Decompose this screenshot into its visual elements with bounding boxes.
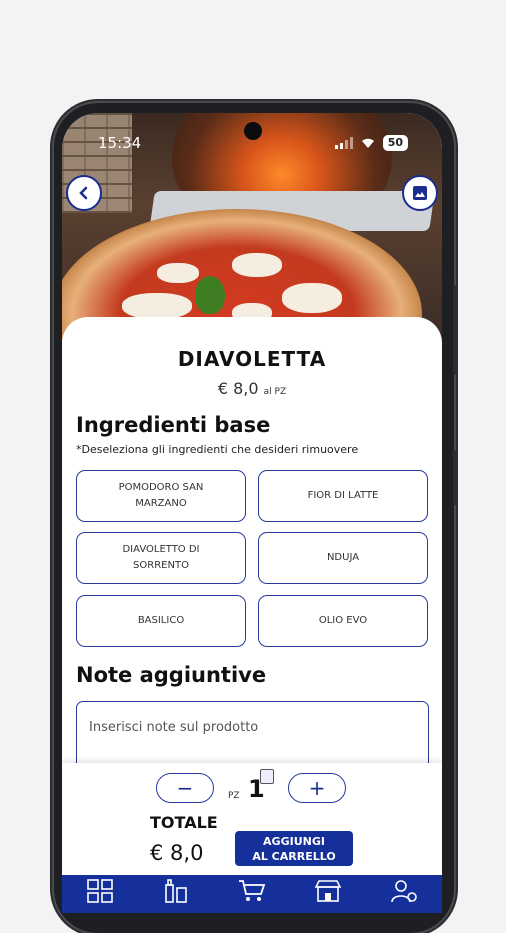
ingredients-title: Ingredienti base	[76, 413, 271, 437]
signal-icon	[334, 137, 353, 149]
tab-account[interactable]	[389, 879, 419, 905]
image-icon	[413, 186, 427, 200]
product-name: DIAVOLETTA	[177, 347, 327, 371]
tab-cart[interactable]	[237, 879, 267, 905]
status-icons: 50	[334, 135, 408, 151]
add-to-cart-button[interactable]: AGGIUNGI AL CARRELLO	[235, 831, 353, 866]
basil-leaf	[195, 276, 225, 314]
drinks-icon	[165, 879, 187, 903]
product-detail-card: DIAVOLETTA € 8,0 al PZ Ingredienti base …	[62, 317, 442, 781]
tab-store[interactable]	[313, 879, 343, 905]
price-unit: al PZ	[263, 387, 287, 397]
power-button	[453, 450, 457, 505]
wifi-icon	[361, 138, 374, 148]
cheese	[282, 283, 342, 313]
decrease-quantity-button[interactable]: −	[156, 773, 214, 803]
status-time: 15:34	[98, 134, 142, 152]
ingredient-chip[interactable]: BASILICO	[76, 595, 246, 647]
store-icon	[314, 880, 342, 902]
chevron-left-icon	[79, 186, 88, 200]
app-screen: 15:34 50 DIAVOLETTA € 8,0 al PZ Ingredie…	[62, 113, 442, 913]
status-bar: 15:34 50	[98, 133, 408, 153]
cheese	[122, 293, 192, 319]
gallery-button[interactable]	[402, 175, 438, 211]
add-to-cart-line1: AGGIUNGI	[263, 834, 325, 848]
cheese	[157, 263, 199, 283]
add-to-cart-line2: AL CARRELLO	[252, 849, 336, 863]
ingredient-chip[interactable]: OLIO EVO	[258, 595, 428, 647]
menu-grid-icon	[87, 879, 113, 903]
notes-title: Note aggiuntive	[76, 663, 267, 687]
bottom-tab-bar	[62, 875, 442, 913]
total-label: TOTALE	[150, 813, 218, 832]
volume-button	[453, 285, 457, 375]
price-value: € 8,0	[217, 379, 259, 398]
ingredient-chip[interactable]: POMODORO SAN MARZANO	[76, 470, 246, 522]
increase-quantity-button[interactable]: +	[288, 773, 346, 803]
tab-drinks[interactable]	[161, 879, 191, 905]
cart-icon	[239, 880, 266, 901]
back-button[interactable]	[66, 175, 102, 211]
user-settings-icon	[391, 880, 417, 903]
ingredients-hint: *Deseleziona gli ingredienti che desider…	[76, 443, 359, 456]
edit-quantity-icon[interactable]	[260, 769, 274, 784]
quantity-unit: PZ	[228, 791, 240, 801]
ingredient-chip[interactable]: FIOR DI LATTE	[258, 470, 428, 522]
tab-menu[interactable]	[85, 879, 115, 905]
product-price: € 8,0 al PZ	[62, 379, 442, 398]
battery-indicator: 50	[382, 135, 408, 151]
cart-panel: − PZ 1 + TOTALE € 8,0 AGGIUNGI AL CARREL…	[62, 763, 442, 875]
ingredient-chip[interactable]: NDUJA	[258, 532, 428, 584]
cheese	[232, 253, 282, 277]
ingredient-chip[interactable]: DIAVOLETTO DI SORRENTO	[76, 532, 246, 584]
total-value: € 8,0	[150, 841, 204, 865]
